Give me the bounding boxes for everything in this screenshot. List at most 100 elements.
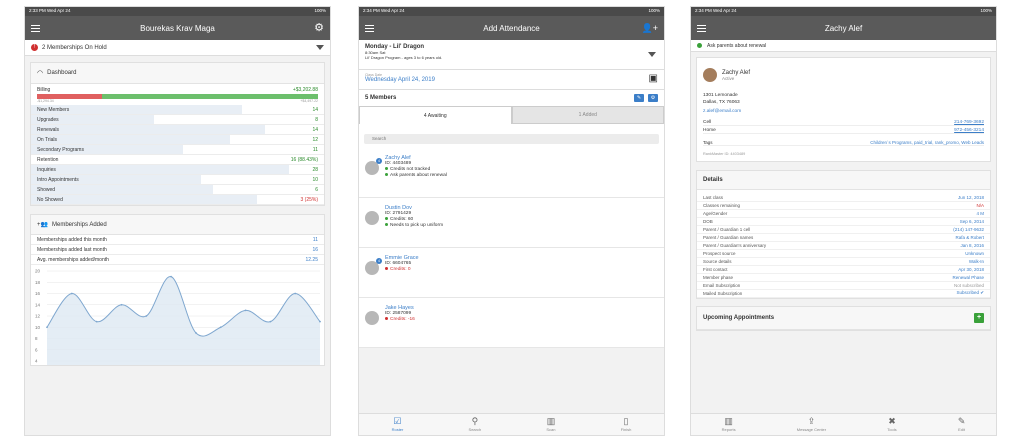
status-bar: 2:34 PM Wed Apr 24 100% <box>359 7 664 16</box>
y-tick-label: 6 <box>35 347 38 352</box>
dashboard-row[interactable]: No Showed 3 (25%) <box>31 195 324 205</box>
chevron-down-icon[interactable] <box>316 45 324 50</box>
detail-value: Rafa & Robert <box>955 234 984 240</box>
avatar <box>703 68 717 82</box>
page-title: Bourekas Krav Maga <box>140 23 215 33</box>
tab-search[interactable]: ⚲ Search <box>469 417 482 433</box>
membership-stat-label: Memberships added last month <box>37 246 107 253</box>
status-dot-icon <box>385 167 388 171</box>
date-picker[interactable]: Class Date Wednesday April 24, 2019 ▣ <box>359 70 664 90</box>
message-center-icon: ⇪ <box>807 416 816 426</box>
tab-awaiting-label: 4 Awaiting <box>423 112 447 119</box>
tab-label: Roster <box>391 427 404 432</box>
settings-icon[interactable]: ⚙ <box>648 94 658 102</box>
page-title: Zachy Alef <box>824 23 863 33</box>
dashboard-row[interactable]: Inquiries 28 <box>31 165 324 175</box>
detail-value: Jun 12, 2018 <box>957 194 984 200</box>
tab-reports[interactable]: ▥ Reports <box>721 417 736 433</box>
home-phone-link[interactable]: 972-456-3214 <box>954 128 984 133</box>
tab-finish[interactable]: ▯ Finish <box>621 417 632 433</box>
tab-message-center[interactable]: ⇪ Message Center <box>796 416 827 433</box>
dashboard-row[interactable]: Renewals 14 <box>31 125 324 135</box>
page-title: Add Attendance <box>483 23 540 33</box>
cell-label: Cell <box>703 119 712 125</box>
add-appointment-button[interactable]: + <box>974 312 984 323</box>
tags-value[interactable]: Children`s Programs, paid_trial, rank_pr… <box>870 140 984 145</box>
dashboard-row-value: 14 <box>312 126 318 133</box>
member-name: Zachy Alef <box>722 69 751 76</box>
alert-bar[interactable]: ! 2 Memberships On Hold <box>25 40 330 56</box>
status-dot-icon <box>385 267 388 271</box>
dashboard-row-label: New Members <box>37 106 70 113</box>
detail-label: Email Subscription <box>703 282 741 288</box>
avatar: 4 <box>365 158 382 175</box>
member-row[interactable]: Dustin Dov ID: 2791429 Credits: 60 Needs to… <box>359 198 664 248</box>
billing-block[interactable]: Billing +$3,202.88 -$1,294.34 +$4,497.22 <box>31 84 324 105</box>
detail-row: Prospect source Unknown <box>697 250 990 258</box>
member-row[interactable]: 4 Zachy Alef ID: 4403489 Credits not tracke… <box>359 148 664 198</box>
tab-scan[interactable]: ▥ Scan <box>546 416 556 433</box>
dashboard-row-label: Secondary Programs <box>37 146 84 153</box>
membership-stat-value: 12.25 <box>305 256 318 263</box>
billing-value: +$3,202.88 <box>292 87 318 93</box>
chevron-down-icon[interactable] <box>648 52 656 57</box>
details-card: Details Last class Jun 12, 2018 Classes re… <box>696 169 991 299</box>
chart-point <box>294 292 297 295</box>
y-tick-label: 12 <box>35 314 41 319</box>
gear-icon[interactable]: ⚙ <box>314 22 324 34</box>
membership-stat-label: Memberships added this month <box>37 236 107 243</box>
dashboard-row[interactable]: Showed 6 <box>31 185 324 195</box>
member-row[interactable]: 4 Emmie Grace ID: 6604765 Credits: 0 <box>359 248 664 298</box>
membership-stat-row: Avg. memberships added/month 12.25 <box>31 255 324 265</box>
search-input[interactable] <box>364 133 659 144</box>
roster-icon: ☑ <box>393 416 402 426</box>
dashboard-row[interactable]: Retention 16 (88.43%) <box>31 155 324 165</box>
tab-awaiting[interactable]: 4 Awaiting <box>359 106 512 124</box>
detail-label: Parent / Guardian 1 cell <box>703 226 751 232</box>
dashboard-row-level-bar <box>31 185 213 194</box>
class-selector[interactable]: Monday - Lil' Dragon 8:30am Sat Lil' Dra… <box>359 40 664 70</box>
dashboard-row-value: 3 (25%) <box>300 196 318 203</box>
tab-tools[interactable]: ✖ Tools <box>887 416 897 433</box>
member-badge: 4 <box>376 158 382 164</box>
tab-label: Message Center <box>796 427 827 432</box>
member-note-text: Needs to pick up uniform <box>390 223 444 228</box>
alert-icon: ! <box>31 44 38 51</box>
dashboard-row[interactable]: On Trials 12 <box>31 135 324 145</box>
tab-edit[interactable]: ✎ Edit <box>958 417 966 433</box>
tab-added[interactable]: 1 Added <box>511 106 664 124</box>
tab-label: Tools <box>887 427 897 432</box>
member-info: Emmie Grace ID: 6604765 Credits: 0 <box>385 255 419 290</box>
tags-label: Tags <box>703 139 713 145</box>
detail-value: Sep 6, 2014 <box>959 218 984 224</box>
tab-label: Reports <box>721 427 736 432</box>
memberships-chart: 20 18 16 14 12 10 8 6 4 <box>35 269 321 365</box>
avatar <box>365 311 379 325</box>
dashboard-row[interactable]: Secondary Programs 11 <box>31 145 324 155</box>
calendar-icon[interactable]: ▣ <box>649 73 658 84</box>
dashboard-row-value: 16 (88.43%) <box>290 156 318 163</box>
dashboard-row[interactable]: New Members 14 <box>31 105 324 115</box>
member-row[interactable]: Jake Hayes ID: 2587099 Credits: -16 <box>359 298 664 348</box>
tab-roster[interactable]: ☑ Roster <box>391 416 404 433</box>
detail-label: Parent / Guardian names <box>703 234 754 240</box>
cell-phone-link[interactable]: 214-769-3692 <box>954 120 984 125</box>
avatar <box>365 211 379 225</box>
add-user-icon[interactable]: 👤+ <box>642 23 658 33</box>
menu-icon[interactable] <box>365 24 374 32</box>
email-link[interactable]: z.alef@email.com <box>703 109 984 116</box>
chart-point <box>170 275 172 278</box>
tools-icon: ✖ <box>888 416 896 426</box>
alert-dot-icon <box>697 43 702 48</box>
dashboard-row-label: Intro Appointments <box>37 176 79 183</box>
scan-icon: ▥ <box>546 416 556 426</box>
date-value: Wednesday April 24, 2019 <box>365 77 435 83</box>
bottom-tab-bar: ☑ Roster ⚲ Search ▥ Scan ▯ Finish <box>359 413 664 435</box>
edit-icon[interactable]: ✎ <box>634 94 644 102</box>
dashboard-row[interactable]: Intro Appointments 10 <box>31 175 324 185</box>
menu-icon[interactable] <box>697 24 706 32</box>
dashboard-row[interactable]: Upgrades 8 <box>31 115 324 125</box>
chart-point <box>269 320 272 323</box>
menu-icon[interactable] <box>31 24 40 32</box>
detail-row: Parent / Guardian 1 cell (214) 147-9632 <box>697 226 990 234</box>
